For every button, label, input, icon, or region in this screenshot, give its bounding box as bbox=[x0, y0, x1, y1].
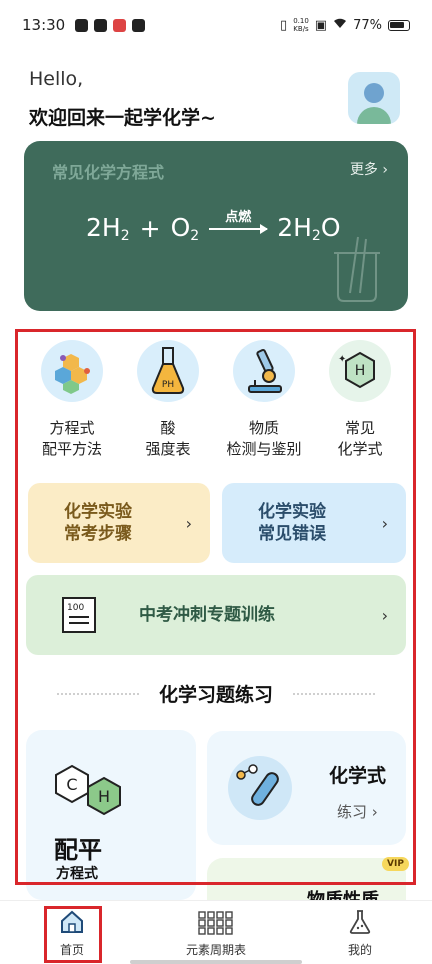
category-substance-detection[interactable]: 物质 检测与鉴别 bbox=[216, 340, 312, 460]
hello-text: Hello, bbox=[29, 68, 84, 90]
app-notification-icon bbox=[75, 18, 89, 32]
welcome-text: 欢迎回来一起学化学~ bbox=[29, 107, 216, 129]
status-bar: 13:30 ▯ 0.10 KB/s ▣ 77% bbox=[0, 0, 432, 50]
exam-paper-icon: 100 bbox=[62, 597, 96, 633]
svg-text:H: H bbox=[98, 787, 110, 806]
microscope-icon bbox=[233, 340, 295, 402]
battery-icon bbox=[388, 19, 410, 31]
reaction-arrow: 点燃 bbox=[209, 210, 269, 234]
banner-title: 常见化学方程式 bbox=[52, 163, 165, 182]
tiktok-notification-icon bbox=[94, 18, 108, 32]
category-balancing-methods[interactable]: 方程式 配平方法 bbox=[24, 340, 120, 460]
svg-text:100: 100 bbox=[67, 603, 84, 613]
gesture-bar[interactable] bbox=[130, 960, 302, 964]
experiment-errors-card[interactable]: 化学实验 常见错误 › bbox=[222, 483, 406, 563]
app-notification-icon bbox=[113, 18, 127, 32]
formula-practice-card[interactable]: 化学式 练习 › bbox=[207, 731, 406, 845]
reaction-condition: 点燃 bbox=[225, 209, 252, 225]
section-title: 化学习题练习 bbox=[158, 684, 273, 706]
hydrogen-hex-icon: H ✦ bbox=[329, 340, 391, 402]
wifi-icon bbox=[333, 18, 347, 33]
equation-banner[interactable]: 常见化学方程式 更多 › 2H2 + O2 点燃 2H2O bbox=[24, 141, 408, 311]
svg-text:✦: ✦ bbox=[338, 354, 346, 365]
nav-highlight-frame bbox=[44, 906, 102, 963]
category-common-formulas[interactable]: H ✦ 常见 化学式 bbox=[312, 340, 408, 460]
molecule-hex-icon bbox=[41, 340, 103, 402]
chevron-right-icon: › bbox=[381, 513, 388, 533]
chevron-right-icon: › bbox=[185, 513, 192, 533]
avatar[interactable] bbox=[348, 72, 400, 124]
ph-flask-icon: PH bbox=[137, 340, 199, 402]
formula-title: 化学式 bbox=[329, 765, 387, 787]
test-tube-molecule-icon bbox=[228, 756, 292, 820]
svg-text:PH: PH bbox=[162, 380, 174, 390]
chevron-right-icon: › bbox=[381, 605, 388, 625]
app-notification-icon bbox=[132, 18, 146, 32]
flask-icon bbox=[349, 910, 371, 934]
formula-practice-link[interactable]: 练习 › bbox=[337, 801, 378, 822]
exam-sprint-card[interactable]: 100 中考冲刺专题训练 › bbox=[26, 575, 406, 655]
balancing-title: 配平 bbox=[54, 836, 102, 864]
periodic-table-icon bbox=[198, 911, 233, 935]
chemical-equation: 2H2 + O2 点燃 2H2O bbox=[86, 210, 341, 245]
status-time: 13:30 bbox=[22, 16, 66, 34]
nav-periodic-table[interactable]: 元素周期表 bbox=[166, 901, 266, 964]
svg-text:H: H bbox=[355, 363, 366, 379]
no-sim-icon: ▣ bbox=[314, 17, 328, 33]
practice-section-header: 化学习题练习 bbox=[0, 680, 432, 707]
svg-text:C: C bbox=[66, 775, 77, 794]
network-speed: 0.10 KB/s bbox=[293, 17, 309, 33]
experiment-steps-card[interactable]: 化学实验 常考步骤 › bbox=[28, 483, 210, 563]
carbon-hydrogen-icon: C H bbox=[55, 764, 121, 816]
balancing-subtitle: 方程式 bbox=[56, 866, 98, 882]
nav-mine[interactable]: 我的 bbox=[310, 901, 410, 964]
vip-badge: VIP bbox=[382, 857, 409, 871]
battery-percent: 77% bbox=[353, 17, 382, 33]
vibrate-icon: ▯ bbox=[280, 17, 288, 33]
category-acid-strength[interactable]: PH 酸强度表 bbox=[120, 340, 216, 460]
balancing-practice-card[interactable]: C H 配平 方程式 bbox=[26, 730, 196, 900]
beaker-deco-icon bbox=[334, 236, 380, 302]
more-link[interactable]: 更多 › bbox=[350, 159, 388, 179]
